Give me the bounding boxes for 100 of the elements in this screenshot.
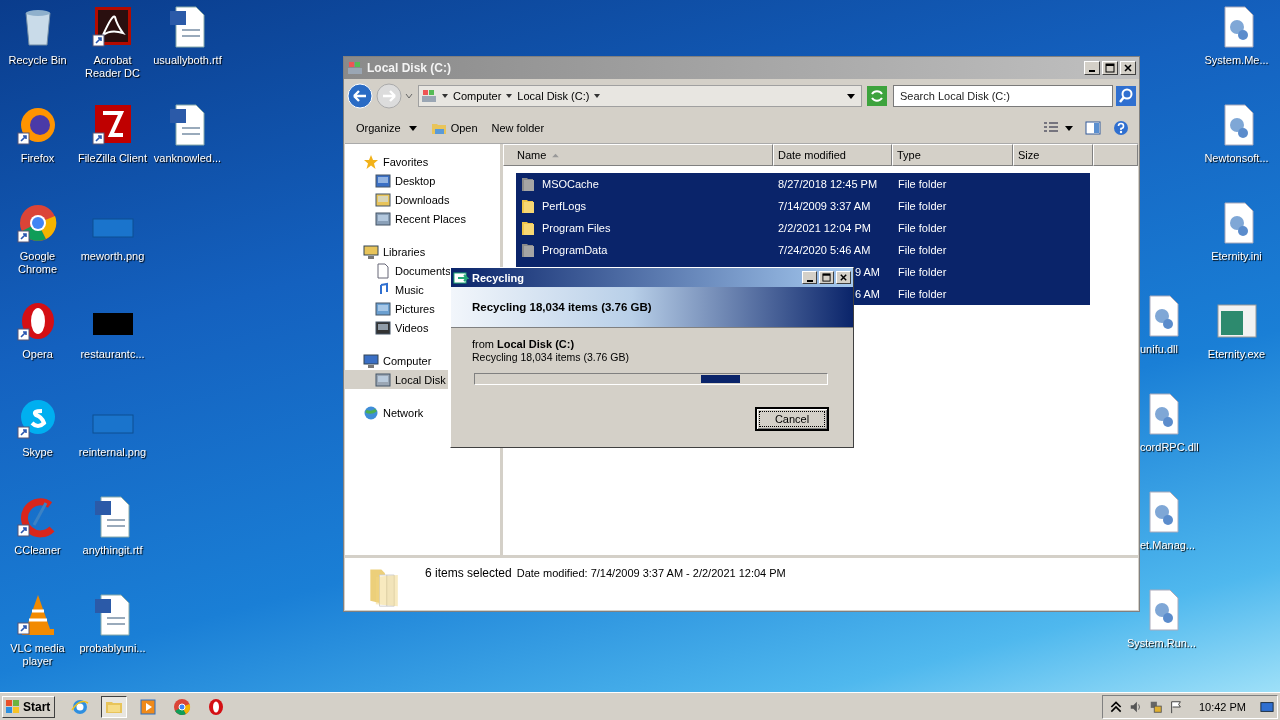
- icon-label: unifu.dll: [1140, 343, 1178, 356]
- file-type: File folder: [898, 178, 947, 190]
- file-type: File folder: [898, 288, 947, 300]
- maximize-icon: [822, 273, 831, 282]
- organize-button[interactable]: Organize: [352, 119, 421, 137]
- icon-label: anythingit.rtf: [82, 544, 143, 557]
- breadcrumb-item[interactable]: Computer: [453, 90, 502, 102]
- file-name: ProgramData: [542, 244, 608, 256]
- file-row[interactable]: Program Files 2/2/2021 12:04 PM File folder: [516, 217, 1090, 239]
- document-icon: [375, 262, 391, 279]
- clock[interactable]: 10:42 PM: [1198, 700, 1246, 713]
- icon-label: Skype: [22, 446, 53, 459]
- window-title: Local Disk (C:): [367, 61, 451, 75]
- nav-item[interactable]: Libraries: [345, 242, 428, 261]
- chevron-up-icon[interactable]: [1108, 699, 1123, 714]
- caret-icon[interactable]: [1065, 124, 1073, 132]
- nav-item[interactable]: Videos: [345, 318, 431, 337]
- cancel-button[interactable]: Cancel: [755, 407, 829, 431]
- dropdown-icon[interactable]: [847, 92, 855, 100]
- icon-label: probablyuni...: [79, 642, 146, 655]
- progress-text: Recycling 18,034 items (3.76 GB): [472, 351, 630, 363]
- search-field[interactable]: Search Local Disk (C:): [893, 85, 1113, 107]
- icon-label: Recycle Bin: [8, 54, 67, 67]
- preview-pane-icon[interactable]: [1085, 120, 1101, 136]
- file-date: 6 AM: [854, 288, 880, 300]
- column-header[interactable]: Name: [503, 144, 773, 166]
- file-type: File folder: [898, 222, 947, 234]
- column-header[interactable]: Date modified: [773, 144, 892, 166]
- show-desktop-icon[interactable]: [1260, 699, 1274, 714]
- maximize-button[interactable]: [1102, 61, 1118, 75]
- nav-item[interactable]: Recent Places: [345, 209, 468, 228]
- back-button[interactable]: [347, 83, 373, 109]
- icon-label: System.Me...: [1204, 54, 1269, 67]
- breadcrumb-item[interactable]: Local Disk (C:): [517, 90, 590, 102]
- icon-label: reinternal.png: [78, 446, 147, 459]
- flag-icon[interactable]: [1168, 699, 1183, 714]
- recycle-icon: [453, 269, 469, 286]
- icon-label: Firefox: [20, 152, 55, 165]
- icon-label: Acrobat Reader DC: [84, 54, 141, 80]
- icon-label: Eternity.exe: [1207, 348, 1266, 361]
- star-icon: [363, 153, 379, 170]
- icon-label: meworth.png: [80, 250, 145, 263]
- maximize-button[interactable]: [819, 271, 834, 284]
- close-icon: [839, 273, 848, 282]
- speaker-icon[interactable]: [1128, 699, 1143, 714]
- file-row[interactable]: MSOCache 8/27/2018 12:45 PM File folder: [516, 173, 1090, 195]
- refresh-button[interactable]: [867, 86, 887, 106]
- caret-icon[interactable]: [441, 92, 449, 100]
- start-button[interactable]: Start: [2, 695, 56, 718]
- nav-item[interactable]: Network: [345, 403, 426, 422]
- file-row[interactable]: PerfLogs 7/14/2009 3:37 AM File folder: [516, 195, 1090, 217]
- nav-item[interactable]: Downloads: [345, 190, 452, 209]
- nav-item[interactable]: Desktop: [345, 171, 438, 190]
- close-button[interactable]: [836, 271, 851, 284]
- caret-icon: [408, 124, 417, 132]
- nav-item[interactable]: Favorites: [345, 152, 431, 171]
- icon-label: Opera: [22, 348, 53, 361]
- globe-icon: [363, 404, 379, 421]
- open-button[interactable]: Open: [426, 117, 482, 139]
- monitor-icon: [375, 172, 391, 189]
- nav-item[interactable]: Music: [345, 280, 426, 299]
- file-name: MSOCache: [542, 178, 599, 190]
- icon-label: cordRPC.dll: [1140, 441, 1199, 454]
- minimize-button[interactable]: [1084, 61, 1100, 75]
- icon-label: Eternity.ini: [1211, 250, 1262, 263]
- file-date: 7/24/2020 5:46 AM: [778, 244, 871, 256]
- column-header[interactable]: Type: [892, 144, 1013, 166]
- address-bar[interactable]: Computer Local Disk (C:): [418, 85, 862, 107]
- source-text: from Local Disk (C:): [472, 338, 576, 350]
- nav-item[interactable]: Computer: [345, 351, 434, 370]
- help-icon[interactable]: [1113, 120, 1129, 136]
- icon-label: VLC media player: [9, 642, 66, 668]
- network-icon[interactable]: [1148, 699, 1163, 714]
- file-date: 7/14/2009 3:37 AM: [778, 200, 871, 212]
- selection-count: 6 items selected: [425, 566, 512, 580]
- sort-arrow-icon: [552, 152, 560, 158]
- new-folder-button[interactable]: New folder: [487, 119, 549, 137]
- file-type: File folder: [898, 244, 947, 256]
- nav-item[interactable]: Local Disk: [345, 370, 448, 389]
- caret-icon[interactable]: [593, 92, 602, 100]
- file-row[interactable]: ProgramData 7/24/2020 5:46 AM File folder: [516, 239, 1090, 261]
- nav-item[interactable]: Documents: [345, 261, 453, 280]
- icon-label: usuallyboth.rtf: [153, 54, 222, 67]
- file-name: Program Files: [542, 222, 611, 234]
- search-button[interactable]: [1116, 86, 1136, 106]
- close-button[interactable]: [1120, 61, 1136, 75]
- icon-label: vanknowled...: [153, 152, 222, 165]
- icon-label: et.Manag...: [1140, 539, 1196, 552]
- date-range: Date modified: 7/14/2009 3:37 AM - 2/2/2021 12:04 PM: [516, 567, 786, 579]
- nav-item[interactable]: Pictures: [345, 299, 437, 318]
- minimize-button[interactable]: [802, 271, 817, 284]
- caret-icon[interactable]: [505, 92, 514, 100]
- file-type: File folder: [898, 200, 947, 212]
- icon-label: CCleaner: [14, 544, 61, 557]
- minimize-icon: [1089, 70, 1095, 72]
- computer-icon: [363, 352, 379, 369]
- icon-label: System.Run...: [1126, 637, 1197, 650]
- column-header[interactable]: Size: [1013, 144, 1093, 166]
- file-date: 8/27/2018 12:45 PM: [778, 178, 878, 190]
- maximize-icon: [1105, 63, 1115, 73]
